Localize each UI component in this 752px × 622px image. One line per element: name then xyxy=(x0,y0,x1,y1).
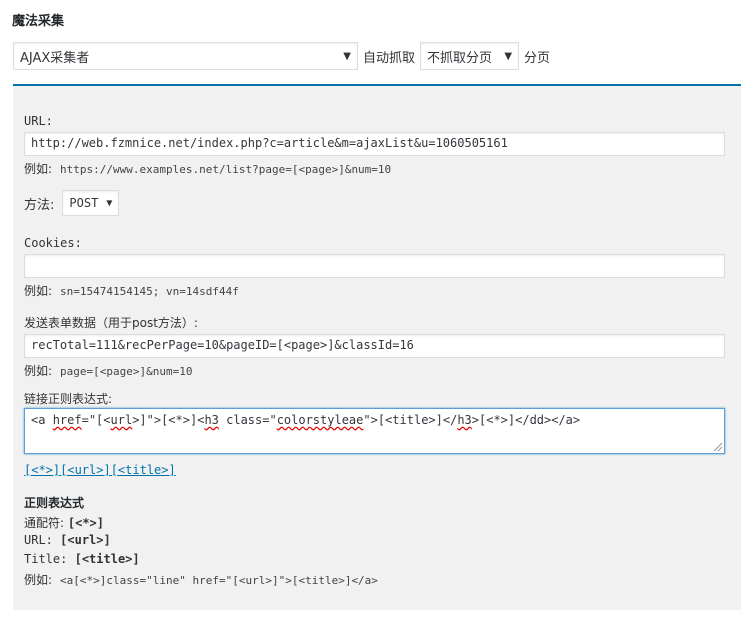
cookies-example-label: 例如: xyxy=(24,284,53,298)
regex-help-title: 正则表达式 xyxy=(24,496,85,510)
collector-toolbar: AJAX采集者 ▼ 自动抓取 不抓取分页 ▼ 分页 xyxy=(13,42,555,70)
post-data-input[interactable]: recTotal=111&recPerPage=10&pageID=[<page… xyxy=(24,334,725,358)
method-row: 方法: POST ▼ xyxy=(24,190,120,216)
help-title-label: Title: xyxy=(24,552,68,566)
page-title: 魔法采集 xyxy=(12,14,65,29)
url-example-label: 例如: xyxy=(24,162,53,176)
token-link-wildcard[interactable]: [<*>] xyxy=(24,463,60,477)
token-link-url[interactable]: [<url>] xyxy=(60,463,111,477)
regex-part: >[<*>]</dd></a> xyxy=(471,413,581,427)
regex-part-misspelled: url xyxy=(110,413,133,427)
post-data-example-label: 例如: xyxy=(24,364,53,378)
help-title-token-value: [<title>] xyxy=(74,552,140,566)
method-select[interactable]: POST ▼ xyxy=(62,190,120,216)
help-url: URL: [<url>] xyxy=(24,533,111,547)
regex-part: class=" xyxy=(218,413,277,427)
help-example-value: <a[<*>]class="line" href="[<url>]">[<tit… xyxy=(60,574,378,587)
regex-part: ="[< xyxy=(81,413,111,427)
help-url-token: [<url>] xyxy=(60,533,111,547)
regex-part: <a xyxy=(31,413,53,427)
help-example-label: 例如: xyxy=(24,573,53,587)
regex-part-misspelled: colorstyleae xyxy=(276,413,364,427)
paging-label: 分页 xyxy=(524,50,551,66)
paging-select-value: 不抓取分页 xyxy=(427,50,493,66)
chevron-down-icon: ▼ xyxy=(106,197,113,209)
help-wildcard-token: [<*>] xyxy=(67,516,104,530)
url-example: 例如: https://www.examples.net/list?page=[<… xyxy=(24,160,391,177)
link-regex-textarea[interactable]: <a href="[<url>]">[<*>]<h3 class="colors… xyxy=(24,408,725,454)
collector-select-value: AJAX采集者 xyxy=(20,50,90,66)
regex-part-misspelled: href xyxy=(52,413,82,427)
token-links: [<*>] [<url>] [<title>] xyxy=(24,463,176,477)
post-data-example: 例如: page=[<page>]&num=10 xyxy=(24,362,193,379)
method-select-value: POST xyxy=(69,196,99,210)
resize-handle-icon[interactable] xyxy=(714,443,722,451)
chevron-down-icon: ▼ xyxy=(343,50,351,62)
method-label: 方法: xyxy=(24,197,55,213)
cookies-input[interactable] xyxy=(24,254,725,278)
help-wildcard-label: 通配符: xyxy=(24,516,65,530)
collector-select[interactable]: AJAX采集者 ▼ xyxy=(13,42,358,70)
help-title-token: Title: [<title>] xyxy=(24,552,140,566)
regex-part: ">[<title>]</ xyxy=(363,413,458,427)
regex-part-misspelled: h3 xyxy=(204,413,219,427)
link-regex-label: 链接正则表达式: xyxy=(24,392,113,406)
url-input[interactable]: http://web.fzmnice.net/index.php?c=artic… xyxy=(24,132,725,156)
cookies-example-value: sn=15474154145; vn=14sdf44f xyxy=(60,285,239,298)
cookies-example: 例如: sn=15474154145; vn=14sdf44f xyxy=(24,282,239,299)
post-data-example-value: page=[<page>]&num=10 xyxy=(60,365,193,378)
help-wildcard: 通配符: [<*>] xyxy=(24,514,104,531)
help-example: 例如: <a[<*>]class="line" href="[<url>]">[<… xyxy=(24,571,378,588)
settings-panel: URL: http://web.fzmnice.net/index.php?c=… xyxy=(13,84,741,610)
auto-fetch-label: 自动抓取 xyxy=(363,50,416,66)
regex-part: >]">[<*>]< xyxy=(132,413,205,427)
chevron-down-icon: ▼ xyxy=(504,50,513,62)
regex-part-misspelled: h3 xyxy=(457,413,472,427)
paging-select[interactable]: 不抓取分页 ▼ xyxy=(420,42,520,70)
url-label: URL: xyxy=(24,114,53,128)
token-link-title[interactable]: [<title>] xyxy=(111,463,176,477)
cookies-label: Cookies: xyxy=(24,236,82,250)
url-example-value: https://www.examples.net/list?page=[<pag… xyxy=(60,163,392,176)
help-url-label: URL: xyxy=(24,533,53,547)
post-data-label: 发送表单数据（用于post方法）: xyxy=(24,316,198,330)
